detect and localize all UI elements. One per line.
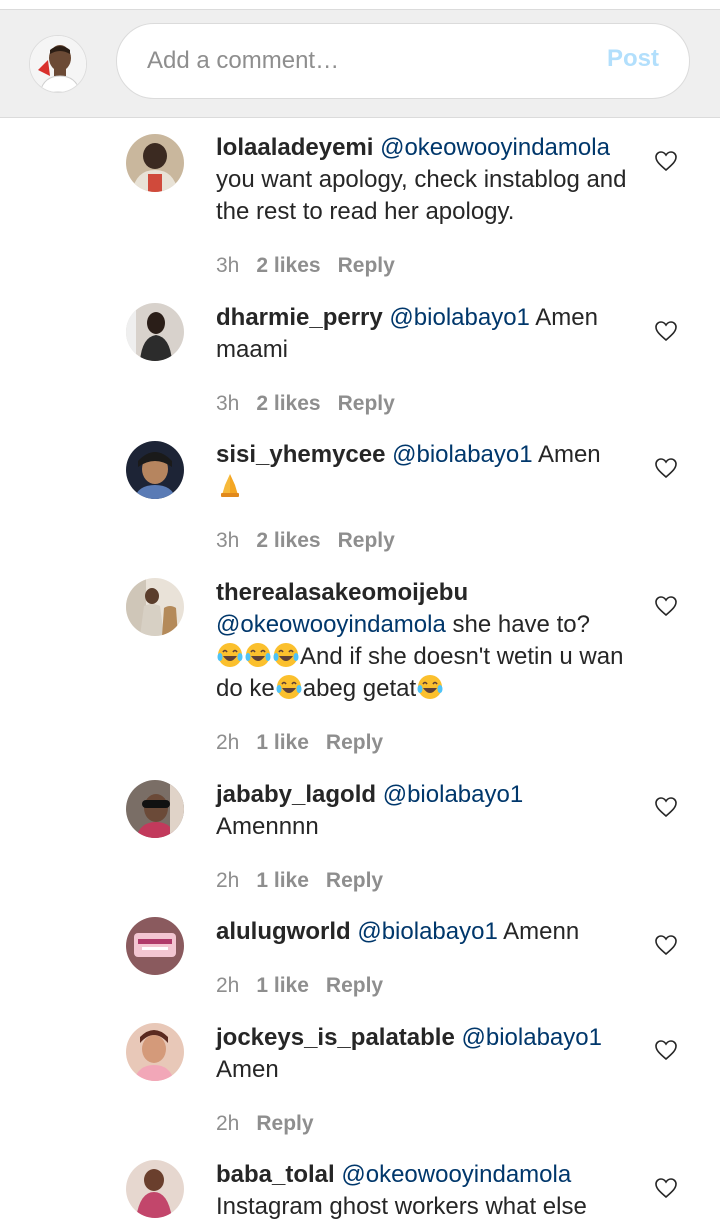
comment-text: lolaaladeyemi @okeowooyindamola you want… (216, 132, 628, 228)
reply-button[interactable]: Reply (338, 254, 395, 277)
tears-of-joy-emoji (417, 675, 443, 699)
comment-composer: Post (0, 10, 720, 118)
comment-text: baba_tolal @okeowooyindamola Instagram g… (216, 1159, 628, 1223)
avatar[interactable] (126, 780, 184, 838)
folded-hands-emoji (221, 474, 239, 497)
reply-button[interactable]: Reply (338, 529, 395, 552)
comment-body: Amenn (503, 918, 580, 945)
heart-outline-icon[interactable] (654, 457, 678, 479)
username[interactable]: jockeys_is_palatable (216, 1024, 455, 1051)
likes-count[interactable]: 2 likes (256, 254, 320, 277)
avatar[interactable] (126, 303, 184, 361)
heart-outline-icon[interactable] (654, 796, 678, 818)
comment-body: Amen (216, 1056, 279, 1083)
likes-count[interactable]: 2 likes (256, 392, 320, 415)
comment-body: you want apology, check instablog and th… (216, 166, 627, 225)
comment-body: she have to? (452, 611, 590, 638)
username[interactable]: baba_tolal (216, 1161, 335, 1188)
mention-link[interactable]: @biolabayo1 (392, 441, 532, 468)
username[interactable]: therealasakeomoijebu (216, 579, 468, 606)
comment-text: alulugworld @biolabayo1 Amenn (216, 916, 628, 948)
comment-body: Amennnn (216, 813, 319, 840)
tears-of-joy-emoji (217, 643, 243, 667)
avatar[interactable] (126, 134, 184, 192)
timestamp: 2h (216, 869, 240, 892)
username[interactable]: alulugworld (216, 918, 351, 945)
reply-button[interactable]: Reply (326, 869, 383, 892)
mention-link[interactable]: @biolabayo1 (357, 918, 497, 945)
mention-link[interactable]: @okeowooyindamola (341, 1161, 571, 1188)
comment-text: jockeys_is_palatable @biolabayo1 Amen (216, 1022, 628, 1086)
heart-outline-icon[interactable] (654, 595, 678, 617)
comment-meta: 2h 1 like Reply (216, 869, 400, 893)
top-divider (0, 0, 720, 10)
mention-link[interactable]: @biolabayo1 (462, 1024, 602, 1051)
current-user-avatar (29, 35, 87, 93)
tears-of-joy-emoji (276, 675, 302, 699)
reply-button[interactable]: Reply (326, 974, 383, 997)
likes-count[interactable]: 2 likes (256, 529, 320, 552)
comment-meta: 3h 2 likes Reply (216, 392, 412, 416)
comment-input[interactable] (147, 44, 577, 78)
mention-link[interactable]: @okeowooyindamola (216, 611, 446, 638)
post-button[interactable]: Post (607, 45, 659, 73)
heart-outline-icon[interactable] (654, 320, 678, 342)
likes-count[interactable]: 1 like (256, 974, 309, 997)
comment-meta: 3h 2 likes Reply (216, 529, 412, 553)
comment-meta: 2h 1 like Reply (216, 974, 400, 998)
comment-meta: 3h 2 likes Reply (216, 254, 412, 278)
comment-text: jababy_lagold @biolabayo1 Amennnn (216, 779, 628, 843)
heart-outline-icon[interactable] (654, 1177, 678, 1199)
tears-of-joy-emoji (273, 643, 299, 667)
avatar[interactable] (126, 1160, 184, 1218)
timestamp: 3h (216, 529, 240, 552)
timestamp: 2h (216, 1112, 240, 1135)
mention-link[interactable]: @okeowooyindamola (380, 134, 610, 161)
avatar[interactable] (126, 578, 184, 636)
timestamp: 2h (216, 731, 240, 754)
avatar[interactable] (126, 1023, 184, 1081)
comment-body: Amen (537, 441, 601, 468)
reply-button[interactable]: Reply (256, 1112, 313, 1135)
comment-text: therealasakeomoijebu @okeowooyindamola s… (216, 577, 628, 705)
likes-count[interactable]: 1 like (256, 731, 309, 754)
avatar[interactable] (126, 917, 184, 975)
comment-input-container: Post (116, 23, 690, 99)
comment-text: sisi_yhemycee @biolabayo1 Amen (216, 439, 628, 503)
comment-body: abeg getat (302, 675, 417, 702)
comment-text: dharmie_perry @biolabayo1 Amen maami (216, 302, 628, 366)
heart-outline-icon[interactable] (654, 934, 678, 956)
mention-link[interactable]: @biolabayo1 (389, 304, 529, 331)
username[interactable]: sisi_yhemycee (216, 441, 385, 468)
mention-link[interactable]: @biolabayo1 (383, 781, 523, 808)
username[interactable]: dharmie_perry (216, 304, 383, 331)
timestamp: 3h (216, 392, 240, 415)
comment-body: Instagram ghost workers what else (216, 1193, 587, 1220)
username[interactable]: lolaaladeyemi (216, 134, 373, 161)
avatar[interactable] (126, 441, 184, 499)
timestamp: 3h (216, 254, 240, 277)
tears-of-joy-emoji (245, 643, 271, 667)
reply-button[interactable]: Reply (326, 731, 383, 754)
username[interactable]: jababy_lagold (216, 781, 376, 808)
comment-meta: 2h Reply (216, 1112, 331, 1136)
reply-button[interactable]: Reply (338, 392, 395, 415)
likes-count[interactable]: 1 like (256, 869, 309, 892)
heart-outline-icon[interactable] (654, 150, 678, 172)
heart-outline-icon[interactable] (654, 1039, 678, 1061)
timestamp: 2h (216, 974, 240, 997)
comment-meta: 2h 1 like Reply (216, 731, 400, 755)
